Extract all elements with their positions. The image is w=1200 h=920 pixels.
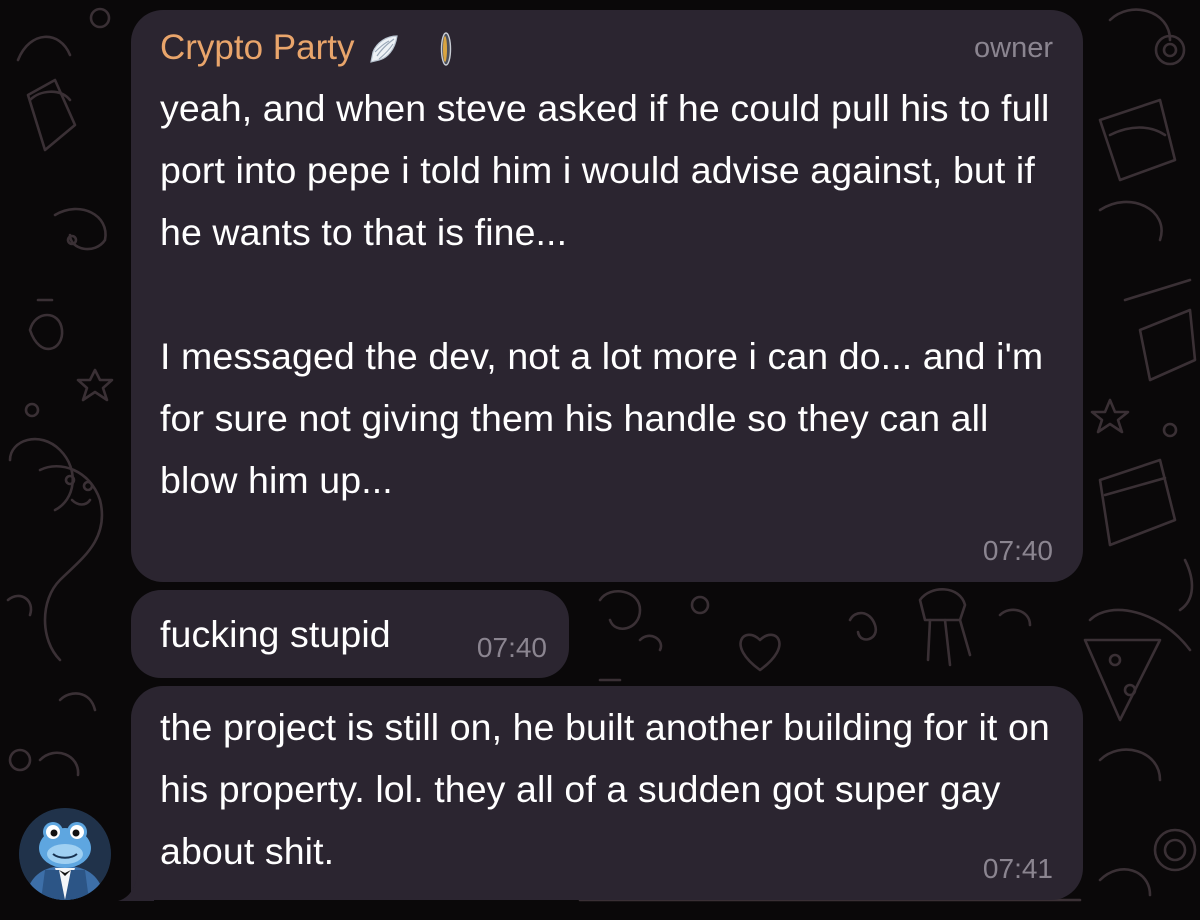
message-timestamp: 07:40 xyxy=(982,535,1053,566)
message-timestamp: 07:40 xyxy=(476,632,547,663)
coin-icon xyxy=(439,31,453,67)
message-text: yeah, and when steve asked if he could p… xyxy=(160,87,1050,501)
sender-header: Crypto Party xyxy=(160,28,453,68)
sender-role-badge: owner xyxy=(974,32,1053,64)
message-bubble[interactable]: fucking stupid 07:40 xyxy=(131,590,569,678)
bubble-tail xyxy=(118,870,154,901)
message-text: the project is still on, he built anothe… xyxy=(160,706,1050,872)
message-text: fucking stupid xyxy=(160,613,391,655)
sender-avatar[interactable] xyxy=(19,808,111,900)
frog-in-tuxedo-avatar xyxy=(19,808,111,900)
angel-wing-icon xyxy=(367,32,401,66)
sender-name[interactable]: Crypto Party xyxy=(160,28,355,68)
message-timestamp: 07:41 xyxy=(982,853,1053,884)
message-bubble[interactable]: Crypto Party owner yeah, and when steve … xyxy=(131,10,1083,582)
message-bubble[interactable]: the project is still on, he built anothe… xyxy=(131,686,1083,900)
